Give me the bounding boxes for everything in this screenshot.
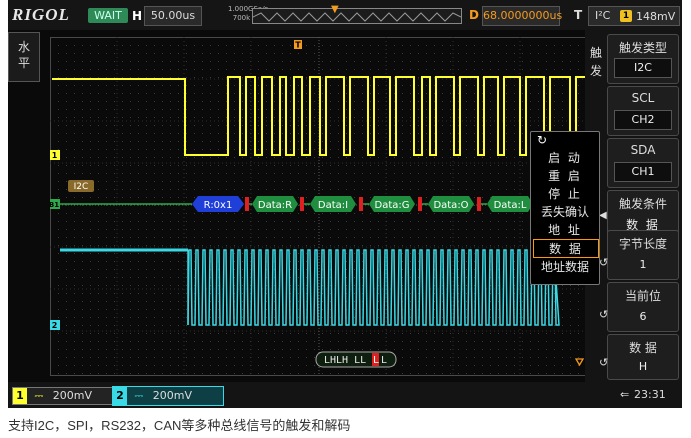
memory-overview-bar: ▼	[252, 4, 462, 24]
ch1-scale: 200mV	[52, 389, 93, 402]
ch2-marker-label: 2	[52, 321, 58, 330]
trigger-channel-badge: 1	[620, 10, 632, 22]
memory-waveform-thumbnail	[252, 12, 462, 22]
horizontal-menu-tab[interactable]: 水 平	[8, 32, 40, 82]
popup-item-stop[interactable]: 停 止	[533, 185, 597, 202]
trigger-menu-title: 触 发	[587, 44, 605, 80]
pattern-readout: LHLH LL L L	[315, 351, 397, 368]
decode-data: Data:I	[318, 200, 348, 211]
byte-length-value: 1	[639, 258, 647, 271]
status-bar: RIGOL WAIT H 50.00us 1.000GSa/s 700k pts…	[8, 0, 682, 30]
current-bit-value: 6	[639, 310, 647, 323]
knob-icon: ↺	[599, 308, 609, 321]
knob-icon: ↺	[599, 356, 609, 369]
ch1-number: 1	[13, 388, 27, 404]
popup-item-address-data[interactable]: 地址数据	[533, 258, 597, 275]
decode-packet: Data:L	[487, 196, 533, 212]
ch1-status[interactable]: 1 ⎓ 200mV	[12, 387, 114, 405]
trigger-level: 148mV	[636, 10, 676, 23]
dc-coupling-icon: ⎓	[134, 389, 144, 402]
decode-packet: R:0x1	[192, 196, 244, 212]
trigger-label: T	[574, 8, 583, 22]
data-value-label: 数 据	[629, 341, 657, 355]
decode-packet: Data:I	[310, 196, 356, 212]
scl-label: SCL	[631, 91, 655, 105]
decode-packet: Data:G	[369, 196, 415, 212]
pattern-suffix: L	[381, 355, 387, 366]
bus-label: I2C	[74, 182, 89, 192]
horizontal-label: H	[132, 9, 143, 23]
menu-trigger-type[interactable]: 触发类型 I2C	[607, 34, 679, 84]
decode-ack-marker	[477, 197, 481, 211]
menu-byte-length[interactable]: 字节长度 1	[607, 230, 679, 280]
ch1-marker-label: 1	[52, 151, 58, 160]
trigger-position-icon: ▼	[331, 4, 339, 15]
oscilloscope-screen: RIGOL WAIT H 50.00us 1.000GSa/s 700k pts…	[8, 0, 682, 408]
timebase-value[interactable]: 50.00us	[144, 6, 202, 26]
menu-sda-source[interactable]: SDA CH1	[607, 138, 679, 188]
decode-data: Data:R	[258, 200, 292, 211]
popup-item-restart[interactable]: 重 启	[533, 167, 597, 184]
dc-coupling-icon: ⎓	[34, 389, 44, 402]
ch1-ground-marker[interactable]: 1	[50, 150, 60, 160]
decode-data: Data:O	[433, 200, 468, 211]
run-state-badge[interactable]: WAIT	[88, 8, 128, 23]
usb-icon: ⇐	[620, 388, 630, 401]
trigger-type-short: I²C	[595, 9, 611, 22]
ch2-number: 2	[113, 387, 127, 405]
delay-label: D	[469, 8, 479, 22]
waveform-grid[interactable]: T 1 I2C B1 R:0x1 Data:R Data:I Data:G Da…	[50, 37, 588, 376]
scl-value: CH2	[614, 110, 672, 130]
pattern-prefix: LHLH LL	[324, 355, 366, 366]
trigger-condition-popup: ↻ 启 动 重 启 停 止 丢失确认 地 址 数 据 地址数据	[530, 131, 600, 285]
delay-value[interactable]: 68.0000000us	[482, 6, 562, 26]
ch2-status[interactable]: 2 ⎓ 200mV	[112, 386, 224, 406]
image-caption: 支持I2C，SPI，RS232，CAN等多种总线信号的触发和解码	[8, 418, 351, 433]
trigger-position-label: T	[295, 41, 301, 50]
bus-label-tag[interactable]: I2C	[68, 180, 94, 192]
trigger-menu-title-char-1: 触	[589, 46, 602, 60]
decode-ack-marker	[300, 197, 304, 211]
bus-marker[interactable]: B1	[50, 199, 60, 209]
bus-marker-label: B1	[50, 201, 59, 209]
menu-scl-source[interactable]: SCL CH2	[607, 86, 679, 136]
decode-ack-marker	[359, 197, 363, 211]
decode-ack-marker	[418, 197, 422, 211]
brand-logo: RIGOL	[12, 5, 70, 24]
popup-item-missing-ack[interactable]: 丢失确认	[533, 203, 597, 220]
popup-item-address[interactable]: 地 址	[533, 221, 597, 238]
decode-data: Data:G	[375, 200, 410, 211]
clock-time: 23:31	[634, 388, 666, 401]
horizontal-tab-char-2: 平	[17, 56, 30, 70]
decode-data: Data:L	[494, 200, 527, 211]
submenu-arrow-icon: ◀	[599, 210, 607, 221]
horizontal-tab-char-1: 水	[17, 40, 30, 54]
popup-item-data[interactable]: 数 据	[533, 239, 599, 258]
menu-current-bit[interactable]: 当前位 6	[607, 282, 679, 332]
trigger-condition-label: 触发条件	[618, 197, 667, 211]
menu-data-value[interactable]: 数 据 H	[607, 334, 679, 380]
decode-packet: Data:O	[428, 196, 474, 212]
sda-value: CH1	[614, 162, 672, 182]
sda-label: SDA	[630, 143, 656, 157]
ch2-ground-marker[interactable]: 2	[50, 320, 60, 330]
trigger-type-label: 触发类型	[618, 41, 667, 55]
ch2-scale: 200mV	[152, 389, 193, 402]
pattern-current-bit: L	[373, 355, 379, 366]
trigger-type-value: I2C	[614, 58, 672, 78]
decode-address: R:0x1	[204, 200, 233, 211]
current-bit-label: 当前位	[624, 289, 661, 303]
knob-select-icon: ↻	[537, 133, 548, 147]
trigger-position-marker[interactable]: T	[294, 40, 302, 50]
decode-packet: Data:R	[252, 196, 298, 212]
knob-icon: ↺	[599, 256, 609, 269]
channel-status-bar: 1 ⎓ 200mV 2 ⎓ 200mV ⇐ 23:31	[8, 382, 682, 408]
decode-ack-marker	[245, 197, 249, 211]
data-value: H	[638, 360, 648, 373]
byte-length-label: 字节长度	[618, 237, 667, 251]
trigger-menu-title-char-2: 发	[589, 64, 602, 78]
popup-item-start[interactable]: 启 动	[533, 149, 597, 166]
